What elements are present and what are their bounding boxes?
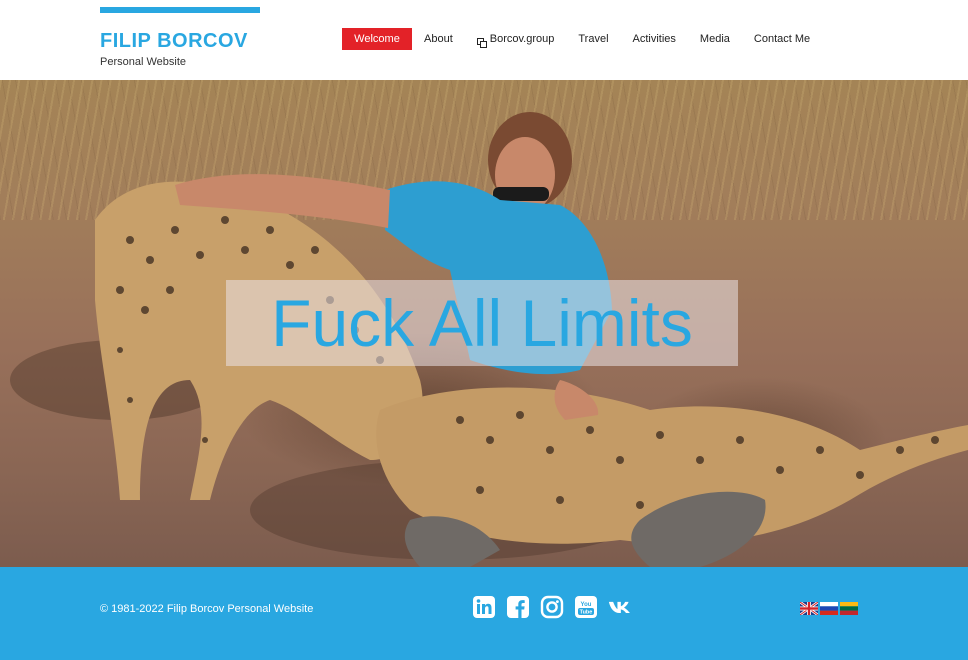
vk-icon[interactable] (608, 595, 632, 619)
nav-item-activities[interactable]: Activities (621, 28, 688, 50)
nav-item-travel[interactable]: Travel (566, 28, 620, 50)
external-link-icon (476, 34, 487, 48)
language-switcher (800, 602, 858, 615)
hero-caption-box: Fuck All Limits (226, 280, 738, 366)
site-title[interactable]: FILIP BORCOV (100, 30, 248, 53)
hero-banner: Fuck All Limits (0, 80, 968, 567)
nav-item-label: Media (699, 33, 730, 45)
hero-caption: Fuck All Limits (271, 286, 693, 360)
nav-item-contact-me[interactable]: Contact Me (742, 28, 822, 50)
svg-text:Tube: Tube (580, 610, 593, 616)
nav-item-borcov-group[interactable]: Borcov.group (465, 28, 567, 50)
nav-item-label: About (424, 33, 453, 45)
copyright-text: © 1981-2022 Filip Borcov Personal Websit… (100, 603, 314, 615)
site-subtitle: Personal Website (100, 56, 187, 68)
youtube-icon[interactable]: You Tube (574, 595, 598, 619)
nav-item-about[interactable]: About (412, 28, 465, 50)
nav-item-label: Borcov.group (489, 33, 555, 45)
site-footer: © 1981-2022 Filip Borcov Personal Websit… (0, 567, 968, 660)
russian-flag-icon[interactable] (820, 602, 838, 615)
nav-item-media[interactable]: Media (688, 28, 742, 50)
svg-text:You: You (581, 602, 592, 608)
social-links: You Tube (472, 595, 632, 619)
nav-item-label: Activities (632, 33, 676, 45)
english-flag-icon[interactable] (800, 602, 818, 615)
nav-item-label: Contact Me (753, 33, 811, 45)
instagram-icon[interactable] (540, 595, 564, 619)
nav-item-welcome[interactable]: Welcome (342, 28, 412, 50)
linkedin-icon[interactable] (472, 595, 496, 619)
facebook-icon[interactable] (506, 595, 530, 619)
lithuanian-flag-icon[interactable] (840, 602, 858, 615)
brand-accent-bar (100, 7, 260, 13)
main-nav: Welcome About Borcov.group Travel Activi… (342, 28, 822, 50)
nav-item-label: Welcome (354, 33, 400, 45)
site-header: FILIP BORCOV Personal Website Welcome Ab… (0, 0, 968, 80)
nav-item-label: Travel (578, 33, 609, 45)
